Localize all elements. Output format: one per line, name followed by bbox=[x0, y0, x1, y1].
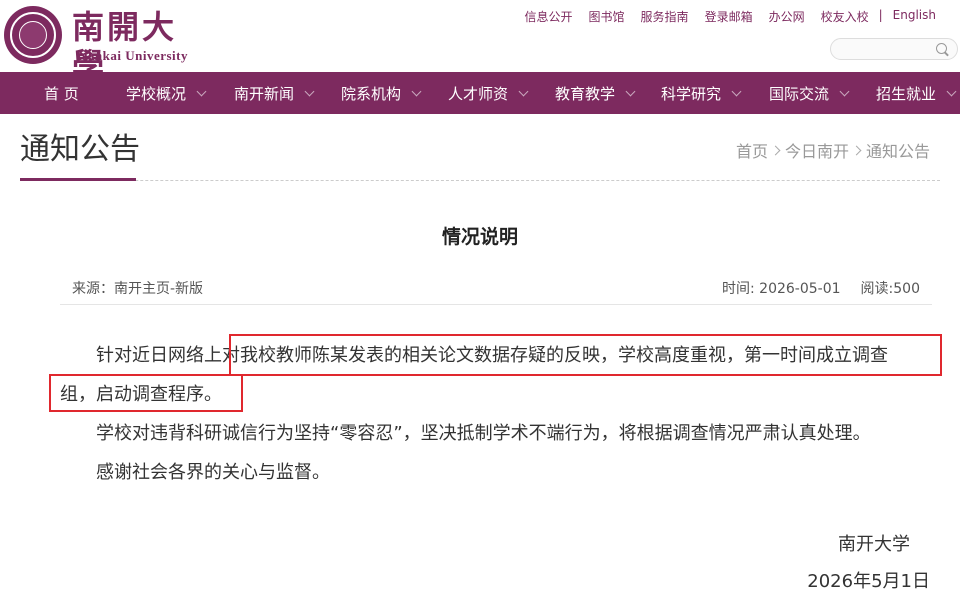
toplink-english[interactable]: English bbox=[885, 8, 944, 25]
nav-item-departments[interactable]: 院系机构 bbox=[341, 72, 422, 114]
search-input[interactable] bbox=[841, 40, 945, 62]
article-read-count: 阅读:500 bbox=[860, 281, 920, 297]
nav-item-research[interactable]: 科学研究 bbox=[661, 72, 742, 114]
search-box bbox=[830, 38, 958, 62]
toplink-separator: | bbox=[878, 8, 883, 22]
chevron-down-icon bbox=[304, 86, 315, 96]
nav-item-label: 学校概况 bbox=[126, 84, 187, 103]
nav-item-education[interactable]: 教育教学 bbox=[555, 72, 636, 114]
nav-item-label: 科学研究 bbox=[661, 84, 722, 103]
nav-item-home[interactable]: 首 页 bbox=[44, 72, 79, 114]
nav-item-label: 招生就业 bbox=[876, 84, 937, 103]
site-header: 南開大學 Nankai University 信息公开 图书馆 服务指南 登录邮… bbox=[0, 0, 960, 84]
article-meta: 时间: 2026-05-01 阅读:500 bbox=[722, 278, 920, 298]
article-paragraph-3: 感谢社会各界的关心与监督。 bbox=[96, 462, 330, 483]
nav-item-about[interactable]: 学校概况 bbox=[126, 72, 207, 114]
nav-item-label: 国际交流 bbox=[769, 84, 830, 103]
nav-item-label: 教育教学 bbox=[555, 84, 616, 103]
search-icon[interactable] bbox=[936, 43, 947, 54]
article-signature: 南开大学 bbox=[838, 534, 910, 555]
article-source: 来源：南开主页-新版 bbox=[72, 281, 204, 297]
nav-item-admissions[interactable]: 招生就业 bbox=[876, 72, 957, 114]
chevron-right-icon bbox=[770, 145, 781, 155]
chevron-down-icon bbox=[731, 86, 742, 96]
title-underline bbox=[20, 178, 136, 181]
article-title: 情况说明 bbox=[441, 226, 518, 248]
article-paragraph-2: 学校对违背科研诚信行为坚持“零容忍”，坚决抵制学术不端行为，将根据调查情况严肃认… bbox=[96, 423, 871, 444]
highlight-box-line-2 bbox=[49, 374, 243, 412]
chevron-down-icon bbox=[518, 86, 529, 96]
page-title: 通知公告 bbox=[20, 132, 140, 167]
toplink-library[interactable]: 图书馆 bbox=[581, 8, 633, 25]
chevron-down-icon bbox=[839, 86, 850, 96]
university-seal-icon bbox=[4, 6, 62, 64]
nav-item-label: 人才师资 bbox=[448, 84, 509, 103]
toplink-info-disclosure[interactable]: 信息公开 bbox=[517, 8, 581, 25]
nav-item-news[interactable]: 南开新闻 bbox=[234, 72, 315, 114]
top-links: 信息公开 图书馆 服务指南 登录邮箱 办公网 校友入校 | English bbox=[517, 8, 944, 25]
article-time: 时间: 2026-05-01 bbox=[722, 281, 841, 297]
toplink-service-guide[interactable]: 服务指南 bbox=[633, 8, 697, 25]
chevron-down-icon bbox=[196, 86, 207, 96]
breadcrumb: 首页 今日南开 通知公告 bbox=[736, 138, 930, 162]
breadcrumb-today-nankai[interactable]: 今日南开 bbox=[785, 138, 849, 162]
toplink-alumni-entry[interactable]: 校友入校 bbox=[813, 8, 877, 25]
logo-english-name: Nankai University bbox=[78, 48, 188, 63]
heading-divider bbox=[20, 180, 940, 181]
paragraph-1-intro: 针对近日网络上 bbox=[96, 345, 222, 366]
chevron-right-icon bbox=[851, 145, 862, 155]
toplink-office-network[interactable]: 办公网 bbox=[761, 8, 813, 25]
breadcrumb-home[interactable]: 首页 bbox=[736, 138, 768, 162]
meta-divider bbox=[60, 304, 932, 305]
breadcrumb-current[interactable]: 通知公告 bbox=[866, 138, 930, 162]
nav-item-faculty[interactable]: 人才师资 bbox=[448, 72, 529, 114]
nav-item-label: 院系机构 bbox=[341, 84, 402, 103]
nav-item-international[interactable]: 国际交流 bbox=[769, 72, 850, 114]
chevron-down-icon bbox=[411, 86, 422, 96]
toplink-email-login[interactable]: 登录邮箱 bbox=[697, 8, 761, 25]
highlight-box-line-1 bbox=[229, 334, 942, 376]
university-logo[interactable]: 南開大學 Nankai University bbox=[4, 6, 194, 84]
chevron-down-icon bbox=[946, 86, 957, 96]
main-nav: 首 页 学校概况 南开新闻 院系机构 人才师资 教育教学 科学研究 国际交流 招… bbox=[0, 72, 960, 114]
chevron-down-icon bbox=[625, 86, 636, 96]
nav-item-label: 南开新闻 bbox=[234, 84, 295, 103]
nav-item-label: 首 页 bbox=[44, 84, 79, 103]
article-date: 2026年5月1日 bbox=[807, 571, 930, 592]
